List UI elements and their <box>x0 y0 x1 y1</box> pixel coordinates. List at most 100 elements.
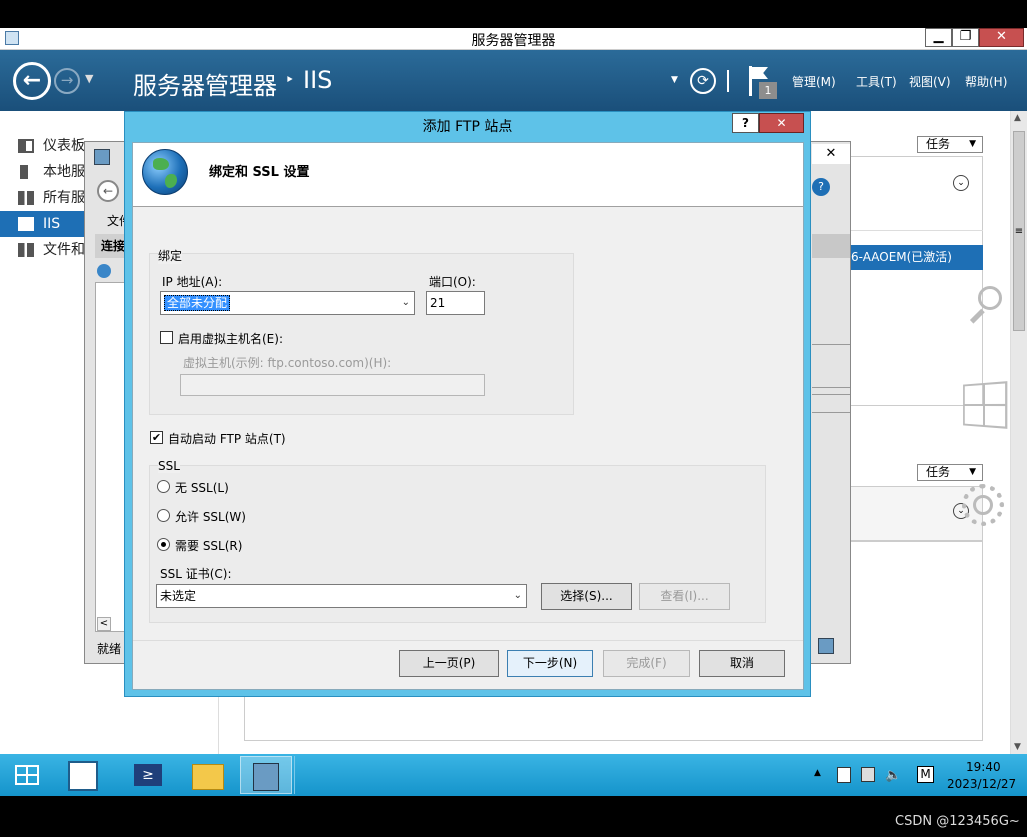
iis-tree-panel <box>95 282 125 632</box>
next-button[interactable]: 下一步(N) <box>507 650 593 677</box>
finish-button[interactable]: 完成(F) <box>603 650 690 677</box>
start-button[interactable] <box>2 756 54 794</box>
minimize-button[interactable]: ▁ <box>925 28 952 47</box>
volume-icon[interactable]: 🔈 <box>885 768 901 783</box>
sidebar-item-all-servers[interactable]: 所有服 <box>0 185 85 211</box>
ip-address-value: 全部未分配 <box>164 295 231 311</box>
sidebar-item-file-storage[interactable]: 文件和 <box>0 237 85 263</box>
iis-help-icon[interactable]: ? <box>812 178 830 196</box>
clock-date[interactable]: 2023/12/27 <box>947 777 1016 791</box>
dialog-content: 绑定和 SSL 设置 绑定 IP 地址(A): 全部未分配 ⌄ 端口(O): 2… <box>132 142 804 690</box>
ssl-option-none-label[interactable]: 无 SSL(L) <box>175 479 229 496</box>
watermark: CSDN @123456G~ <box>895 814 1020 829</box>
sidebar-item-dashboard[interactable]: 仪表板 <box>0 133 85 159</box>
back-icon[interactable]: ← <box>13 62 51 100</box>
vertical-scrollbar[interactable]: ▲ ≡ ▼ <box>1010 111 1027 754</box>
sidebar-item-label: 文件和 <box>43 242 85 258</box>
ssl-option-require-label[interactable]: 需要 SSL(R) <box>175 537 242 554</box>
tasks-label: 任务 <box>926 137 951 151</box>
virtual-host-label: 虚拟主机(示例: ftp.contoso.com)(H): <box>183 356 392 370</box>
all-servers-icon <box>18 191 34 205</box>
server-manager-header: ← → ▼ 服务器管理器 ‣ IIS ▼ ⟳ 1 管理(M) 工具(T) 视图(… <box>0 50 1027 111</box>
iis-app-icon <box>94 149 110 165</box>
maximize-button[interactable]: ❐ <box>952 28 979 47</box>
virtual-host-input[interactable] <box>180 374 485 396</box>
menu-help[interactable]: 帮助(H) <box>965 73 1007 90</box>
ssl-certificate-select[interactable]: 未选定 ⌄ <box>156 584 527 608</box>
taskbar-iis-manager[interactable] <box>240 756 292 794</box>
dialog-help-button[interactable]: ? <box>732 113 759 133</box>
expand-icon[interactable]: ⌄ <box>953 175 969 191</box>
taskbar-file-explorer[interactable] <box>182 756 234 794</box>
tasks-label: 任务 <box>926 465 951 479</box>
iis-close-icon[interactable]: ✕ <box>812 144 850 164</box>
sidebar-item-label: 本地服 <box>43 164 85 180</box>
network-icon[interactable] <box>861 767 875 782</box>
previous-button[interactable]: 上一页(P) <box>399 650 499 677</box>
notification-count: 1 <box>759 82 777 99</box>
iis-back-icon[interactable]: ← <box>97 180 119 202</box>
ssl-option-allow-radio[interactable] <box>157 509 170 522</box>
dialog-heading: 绑定和 SSL 设置 <box>209 165 310 180</box>
forward-icon[interactable]: → <box>54 68 80 94</box>
server-row[interactable]: 6-AAOEM(已激活) <box>848 245 983 270</box>
menu-view[interactable]: 视图(V) <box>909 73 951 90</box>
tasks-dropdown[interactable]: 任务 ▼ <box>917 136 983 153</box>
autostart-checkbox-label[interactable]: 自动启动 FTP 站点(T) <box>168 430 286 447</box>
ssl-certificate-label: SSL 证书(C): <box>160 567 232 581</box>
refresh-icon[interactable]: ⟳ <box>690 68 716 94</box>
action-center-icon[interactable] <box>837 767 851 783</box>
history-dropdown-icon[interactable]: ▼ <box>85 72 93 85</box>
ssl-option-require-radio[interactable] <box>157 538 170 551</box>
desktop: 服务器管理器 ▁ ❐ ✕ ← → ▼ 服务器管理器 ‣ IIS ▼ ⟳ 1 管理… <box>0 0 1027 837</box>
header-divider <box>727 70 729 92</box>
iis-manager-icon <box>253 763 279 791</box>
select-certificate-button[interactable]: 选择(S)... <box>541 583 632 610</box>
menu-tools[interactable]: 工具(T) <box>856 73 897 90</box>
menu-manage[interactable]: 管理(M) <box>792 73 836 90</box>
breadcrumb-separator: ‣ <box>285 70 295 89</box>
servers-panel <box>850 156 983 406</box>
virtual-host-checkbox[interactable] <box>160 331 173 344</box>
ime-indicator[interactable]: M <box>917 766 934 783</box>
tasks-dropdown-2[interactable]: 任务 ▼ <box>917 464 983 481</box>
iis-divider-2 <box>812 387 850 388</box>
local-server-icon <box>20 165 28 179</box>
server-manager-icon <box>68 761 98 791</box>
file-storage-icon <box>18 243 34 257</box>
ssl-option-allow-label[interactable]: 允许 SSL(W) <box>175 508 246 525</box>
globe-small-icon[interactable] <box>97 264 111 278</box>
sidebar-item-iis[interactable]: IIS <box>0 211 85 237</box>
taskbar-powershell[interactable]: ≥ <box>122 756 174 794</box>
ssl-option-none-radio[interactable] <box>157 480 170 493</box>
search-icon[interactable] <box>966 284 1004 329</box>
iis-status: 就绪 <box>97 642 122 656</box>
ip-address-select[interactable]: 全部未分配 ⌄ <box>160 291 415 315</box>
gear-icon <box>962 484 1004 526</box>
sidebar-item-label: IIS <box>43 216 61 232</box>
dialog-footer-divider <box>133 640 803 641</box>
server-row-label: 6-AAOEM(已激活) <box>851 250 952 264</box>
ip-address-label: IP 地址(A): <box>162 275 223 289</box>
dialog-close-button[interactable]: ✕ <box>759 113 804 133</box>
port-input[interactable]: 21 <box>426 291 485 315</box>
sidebar-item-local-server[interactable]: 本地服 <box>0 159 85 185</box>
show-hidden-icons[interactable]: ▲ <box>814 768 821 778</box>
binding-group-label: 绑定 <box>158 247 183 264</box>
cancel-button[interactable]: 取消 <box>699 650 785 677</box>
add-ftp-site-dialog: 添加 FTP 站点 ? ✕ 绑定和 SSL 设置 绑定 IP 地址(A): 全部… <box>124 111 811 697</box>
autostart-checkbox[interactable]: ✔ <box>150 431 163 444</box>
clock-time[interactable]: 19:40 <box>966 760 1001 774</box>
virtual-host-checkbox-label[interactable]: 启用虚拟主机名(E): <box>178 330 283 347</box>
notification-flag-icon[interactable]: 1 <box>749 66 779 102</box>
folder-icon <box>192 764 224 790</box>
scrollbar-thumb[interactable]: ≡ <box>1013 131 1025 331</box>
taskbar: ≥ ▲ 🔈 M 19:40 2023/12/27 <box>0 754 1027 796</box>
iis-scroll-left[interactable]: < <box>97 617 111 631</box>
refresh-dropdown-icon[interactable]: ▼ <box>671 75 678 85</box>
close-window-button[interactable]: ✕ <box>979 28 1024 47</box>
taskbar-server-manager[interactable] <box>58 756 110 794</box>
breadcrumb-app[interactable]: 服务器管理器 <box>133 66 277 101</box>
view-certificate-button[interactable]: 查看(I)... <box>639 583 730 610</box>
chevron-down-icon: ⌄ <box>401 297 410 308</box>
